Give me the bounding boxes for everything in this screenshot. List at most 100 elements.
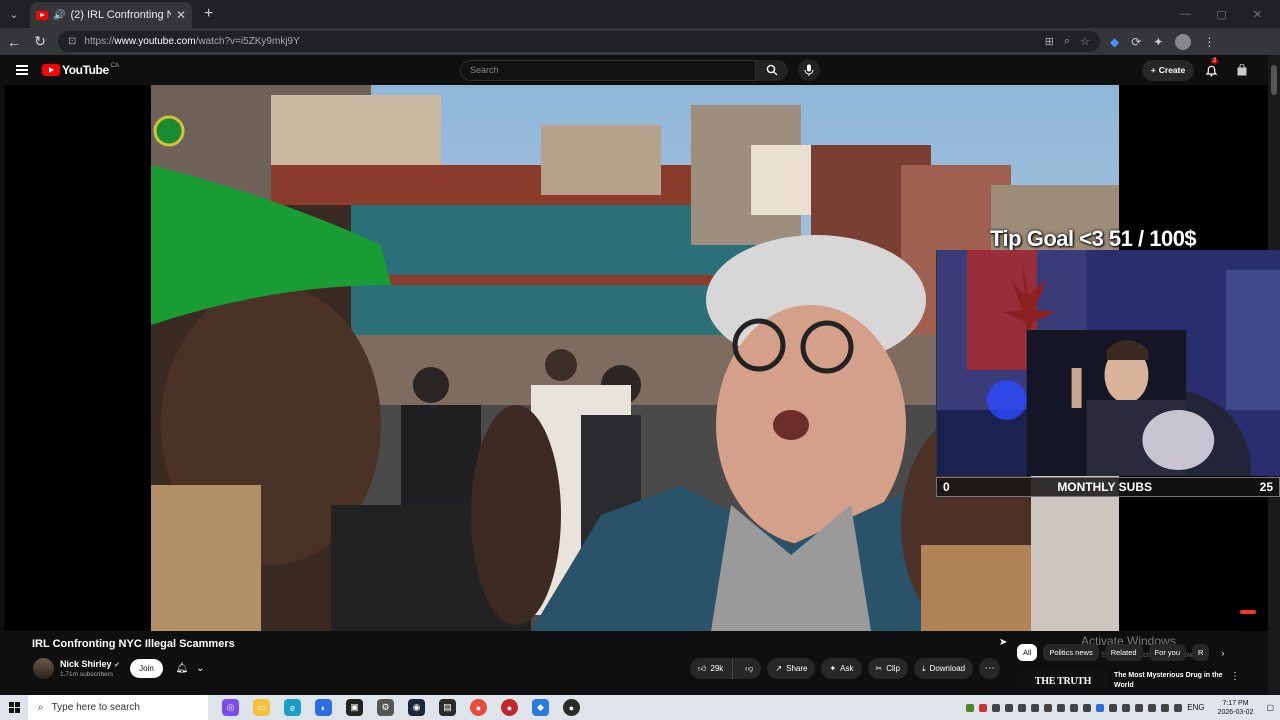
youtube-logo[interactable]: YouTube CA [42, 63, 119, 77]
recommended-title[interactable]: The Most Mysterious Drug in the World [1114, 671, 1224, 691]
url-field[interactable]: ⊡ https://www.youtube.com/watch?v=i5ZKy9… [58, 31, 1100, 52]
volume-icon[interactable] [1174, 703, 1183, 712]
tray-icon-15[interactable] [1148, 703, 1157, 712]
chip-related[interactable]: Related [1104, 644, 1143, 661]
chevron-right-icon[interactable]: › [1221, 648, 1224, 658]
tray-icon-9[interactable] [1070, 703, 1079, 712]
install-app-icon[interactable]: ⊞ [1045, 35, 1054, 48]
extension-icon[interactable]: ◆ [1110, 35, 1119, 49]
youtube-masthead: YouTube CA Search + Create 2 [0, 55, 1268, 85]
like-dislike-group: 👍︎ 29k 👎︎ [690, 658, 762, 679]
tray-icon-6[interactable] [1031, 703, 1040, 712]
tab-close-icon[interactable]: ✕ [176, 8, 186, 22]
download-button[interactable]: ⤓ Download [914, 658, 974, 679]
tab-search-icon[interactable]: ⌄ [0, 0, 28, 28]
channel-name[interactable]: Nick Shirley [60, 659, 112, 669]
start-button[interactable] [0, 695, 28, 720]
browser-menu-icon[interactable]: ⋮ [1203, 35, 1215, 49]
recommended-menu-icon[interactable]: ⋮ [1230, 671, 1240, 682]
tray-icon-12[interactable] [1109, 703, 1118, 712]
speaker-icon[interactable]: 🔊 [53, 10, 65, 21]
taskbar-apps: ◎ ▭ e ◐ ▣ ⚙ ◉ ▤ ● ● ◆ ● [222, 699, 580, 716]
search-input[interactable]: Search [460, 59, 756, 81]
new-tab-button[interactable]: + [204, 5, 213, 23]
close-window-button[interactable]: ✕ [1253, 8, 1262, 21]
channel-name-row[interactable]: Nick Shirley ✔ [60, 659, 120, 669]
app-blue-icon[interactable]: ◐ [315, 699, 332, 716]
tray-icon-3[interactable] [992, 703, 1001, 712]
share-button[interactable]: ↗ Share [767, 658, 816, 679]
more-actions-button[interactable]: ⋯ [979, 658, 1001, 679]
language-indicator[interactable]: ENG [1187, 703, 1204, 712]
windows-logo-icon [8, 702, 20, 713]
subs-title: MONTHLY SUBS [1057, 480, 1152, 494]
taskbar-search[interactable]: ⌕ Type here to search [28, 695, 208, 720]
browser-tab-bar: ⌄ 🔊 (2) IRL Confronting NYC Illeg ✕ + — … [0, 0, 1280, 28]
blue-app-icon[interactable]: ◆ [532, 699, 549, 716]
create-button[interactable]: + Create [1142, 59, 1194, 81]
clip-button[interactable]: ✂ Clip [867, 658, 908, 679]
ask-button[interactable]: ✦ Ask [821, 658, 862, 679]
shopping-bag-icon [1237, 64, 1247, 76]
tray-icon-8[interactable] [1057, 703, 1066, 712]
video-player[interactable]: Tip Goal <3 51 / 100$ 0 MONTHLY SUBS 25 [4, 85, 1280, 631]
chrome-icon[interactable]: ● [470, 699, 487, 716]
profile-avatar[interactable] [1175, 33, 1192, 50]
media-app-icon[interactable]: ▣ [346, 699, 363, 716]
minimize-button[interactable]: — [1179, 8, 1190, 21]
sync-icon[interactable]: ⟳ [1131, 35, 1141, 49]
chevron-down-icon: ⌄ [196, 663, 205, 674]
extensions-puzzle-icon[interactable]: ✦ [1153, 35, 1163, 49]
streamer-webcam [936, 250, 1280, 476]
tray-icon-5[interactable] [1018, 703, 1027, 712]
edge-icon[interactable]: e [284, 699, 301, 716]
chip-r[interactable]: R [1192, 644, 1210, 661]
site-info-icon[interactable]: ⊡ [68, 36, 76, 47]
tray-icon-11[interactable] [1096, 703, 1105, 712]
dislike-button[interactable]: 👎︎ [737, 658, 761, 679]
subs-min: 0 [943, 480, 950, 494]
chip-for-you[interactable]: For you [1148, 644, 1186, 661]
red-app-icon[interactable]: ● [501, 699, 518, 716]
guide-menu-icon[interactable] [16, 65, 28, 75]
join-button[interactable]: Join [130, 659, 163, 678]
tray-nvidia-icon[interactable] [966, 703, 975, 712]
notes-app-icon[interactable]: ▤ [439, 699, 456, 716]
tip-goal-overlay: Tip Goal <3 51 / 100$ [990, 226, 1197, 251]
network-icon[interactable] [1161, 703, 1170, 712]
tray-red-icon[interactable] [979, 703, 988, 712]
notification-center-icon[interactable]: ▢ [1266, 703, 1274, 712]
subscription-bell-button[interactable]: 🔔︎ ⌄ [170, 659, 210, 678]
tray-icon-10[interactable] [1083, 703, 1092, 712]
back-button[interactable]: ← [6, 34, 22, 50]
tray-icon-13[interactable] [1122, 703, 1131, 712]
clock[interactable]: 7:17 PM 2026-03-02 [1218, 699, 1254, 717]
settings-gear-icon[interactable]: ⚙ [377, 699, 394, 716]
voice-search-button[interactable] [798, 59, 820, 81]
browser-tab[interactable]: 🔊 (2) IRL Confronting NYC Illeg ✕ [30, 2, 192, 28]
tray-icon-4[interactable] [1005, 703, 1014, 712]
tray-icon-7[interactable] [1044, 703, 1053, 712]
mouse-cursor-icon: ➤ [999, 637, 1008, 648]
address-bar-row: ← ↻ ⊡ https://www.youtube.com/watch?v=i5… [0, 28, 1280, 55]
copilot-icon[interactable]: ◎ [222, 699, 239, 716]
account-avatar[interactable] [1234, 62, 1250, 78]
search-button[interactable] [756, 59, 788, 81]
notifications-button[interactable]: 2 [1202, 58, 1220, 79]
system-tray: ENG 7:17 PM 2026-03-02 ▢ [966, 699, 1280, 717]
file-explorer-icon[interactable]: ▭ [253, 699, 270, 716]
like-button[interactable]: 👍︎ 29k [690, 658, 734, 679]
dark-app-icon[interactable]: ● [563, 699, 580, 716]
chip-politics-news[interactable]: Politics news [1043, 644, 1099, 661]
verified-icon: ✔ [114, 662, 120, 669]
related-chips: All Politics news Related For you R › [1017, 644, 1224, 661]
zoom-icon[interactable]: ⌕ [1064, 35, 1070, 48]
steam-icon[interactable]: ◉ [408, 699, 425, 716]
maximize-button[interactable]: ▢ [1216, 8, 1226, 21]
chip-all[interactable]: All [1017, 644, 1038, 661]
reload-button[interactable]: ↻ [32, 33, 48, 50]
recommended-thumbnail[interactable]: THE TRUTH [1018, 669, 1108, 693]
tray-icon-14[interactable] [1135, 703, 1144, 712]
channel-avatar[interactable] [33, 658, 54, 679]
bookmark-star-icon[interactable]: ☆ [1080, 35, 1090, 48]
